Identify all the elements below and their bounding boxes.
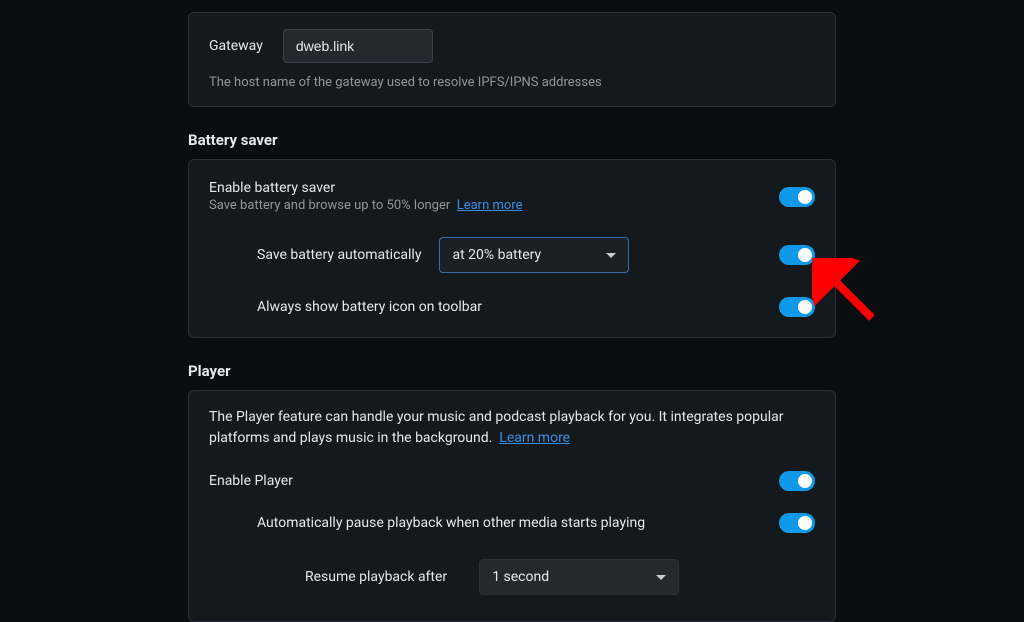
- player-intro-text: The Player feature can handle your music…: [209, 409, 783, 446]
- gateway-row: Gateway: [209, 29, 815, 63]
- battery-icon-row: Always show battery icon on toolbar: [209, 291, 815, 323]
- gateway-card: Gateway The host name of the gateway use…: [188, 12, 836, 107]
- resume-playback-select[interactable]: 1 second: [479, 559, 679, 595]
- autopause-left: Automatically pause playback when other …: [257, 515, 779, 531]
- resume-playback-label: Resume playback after: [305, 569, 447, 585]
- enable-battery-saver-sub: Save battery and browse up to 50% longer…: [209, 198, 779, 213]
- enable-player-title: Enable Player: [209, 473, 779, 489]
- arrow-annotation-icon: [812, 258, 892, 338]
- battery-learn-more-link[interactable]: Learn more: [457, 198, 523, 213]
- player-intro: The Player feature can handle your music…: [209, 407, 815, 449]
- save-battery-auto-row: Save battery automatically at 20% batter…: [209, 231, 815, 279]
- resume-playback-selected: 1 second: [492, 569, 549, 585]
- player-card: The Player feature can handle your music…: [188, 390, 836, 622]
- autopause-row: Automatically pause playback when other …: [209, 507, 815, 539]
- gateway-help-text: The host name of the gateway used to res…: [209, 75, 815, 90]
- enable-battery-saver-sub-text: Save battery and browse up to 50% longer: [209, 198, 450, 213]
- autopause-toggle[interactable]: [779, 513, 815, 533]
- resume-playback-row: Resume playback after 1 second: [209, 553, 815, 601]
- player-heading: Player: [188, 362, 836, 380]
- save-battery-auto-label: Save battery automatically: [257, 247, 421, 263]
- enable-player-left: Enable Player: [209, 473, 779, 489]
- player-learn-more-link[interactable]: Learn more: [499, 430, 570, 446]
- battery-icon-title: Always show battery icon on toolbar: [257, 299, 779, 315]
- enable-battery-saver-toggle[interactable]: [779, 187, 815, 207]
- enable-player-toggle[interactable]: [779, 471, 815, 491]
- battery-icon-left: Always show battery icon on toolbar: [257, 299, 779, 315]
- gateway-label: Gateway: [209, 38, 263, 54]
- save-battery-auto-left: Save battery automatically at 20% batter…: [257, 237, 779, 273]
- enable-battery-saver-left: Enable battery saver Save battery and br…: [209, 180, 779, 213]
- save-battery-auto-toggle[interactable]: [779, 245, 815, 265]
- chevron-down-icon: [606, 253, 616, 258]
- battery-icon-toggle[interactable]: [779, 297, 815, 317]
- enable-player-row: Enable Player: [209, 465, 815, 497]
- save-battery-auto-select[interactable]: at 20% battery: [439, 237, 629, 273]
- resume-playback-left: Resume playback after 1 second: [305, 559, 815, 595]
- battery-saver-card: Enable battery saver Save battery and br…: [188, 159, 836, 338]
- gateway-input[interactable]: [283, 29, 433, 63]
- battery-saver-heading: Battery saver: [188, 131, 836, 149]
- chevron-down-icon: [656, 575, 666, 580]
- autopause-title: Automatically pause playback when other …: [257, 515, 779, 531]
- enable-battery-saver-row: Enable battery saver Save battery and br…: [209, 174, 815, 219]
- enable-battery-saver-title: Enable battery saver: [209, 180, 779, 196]
- save-battery-auto-selected: at 20% battery: [452, 247, 541, 263]
